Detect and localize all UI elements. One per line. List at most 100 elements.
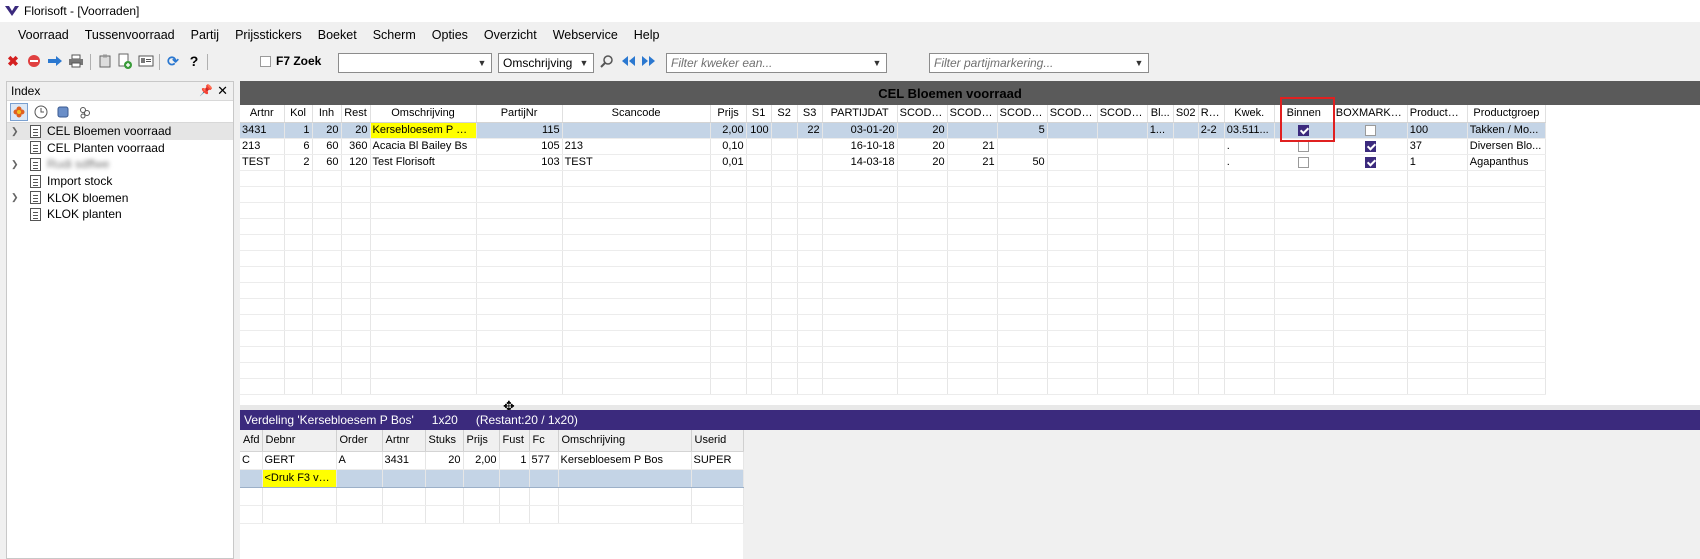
chevron-down-icon[interactable]: ▼ (1133, 57, 1145, 69)
empty-cell[interactable] (558, 469, 692, 488)
cell-productgrnr[interactable]: 100 (1407, 122, 1468, 139)
help-icon[interactable]: ? (185, 52, 203, 70)
cell-s2[interactable] (771, 138, 798, 155)
col-header[interactable]: Kwek. (1224, 105, 1275, 123)
col-header[interactable]: S02 (1173, 105, 1199, 123)
empty-cell[interactable] (499, 469, 530, 488)
col-header[interactable]: Order (336, 430, 383, 452)
cell-omschrijving[interactable]: Kersebloesem P Bos (558, 451, 692, 470)
cell-s2[interactable] (771, 154, 798, 171)
cell-scancode[interactable]: 213 (562, 138, 711, 155)
col-header[interactable]: Afd (240, 430, 263, 452)
cell-s02[interactable] (1173, 122, 1199, 139)
col-header[interactable]: BOXMARKER (1333, 105, 1408, 123)
cell-artnr[interactable]: 213 (240, 138, 285, 155)
cell-scode1[interactable]: 20 (897, 122, 948, 139)
col-header[interactable]: Debnr (262, 430, 337, 452)
binnen-checkbox[interactable] (1298, 140, 1310, 152)
cell-s3[interactable] (797, 154, 823, 171)
col-header[interactable]: SCODE2 (947, 105, 998, 123)
cancel-icon[interactable] (25, 52, 43, 70)
menu-prijsstickers[interactable]: Prijsstickers (227, 28, 310, 42)
forward-icon[interactable] (46, 52, 64, 70)
menu-help[interactable]: Help (626, 28, 668, 42)
col-header[interactable]: Userid (691, 430, 744, 452)
binnen-checkbox[interactable] (1298, 156, 1310, 168)
menu-webservice[interactable]: Webservice (545, 28, 626, 42)
cell-scode3[interactable] (997, 138, 1048, 155)
cell-rij[interactable]: 2-2 (1198, 122, 1225, 139)
cell-scode5[interactable] (1097, 154, 1148, 171)
expand-icon[interactable]: ❯ (11, 192, 21, 203)
cell-omschrijving[interactable]: Test Florisoft (370, 154, 477, 171)
cell-bl[interactable] (1147, 154, 1174, 171)
delete-icon[interactable]: ✖ (4, 52, 22, 70)
cell-partijdat[interactable]: 16-10-18 (822, 138, 898, 155)
chevron-down-icon[interactable]: ▼ (871, 57, 883, 69)
cell-stuks[interactable]: 20 (425, 451, 464, 470)
cell-scancode[interactable]: TEST (562, 154, 711, 171)
cell-prijs[interactable]: 2,00 (463, 451, 500, 470)
cell-prijs[interactable]: 0,10 (710, 138, 747, 155)
cell-rij[interactable] (1198, 154, 1225, 171)
col-header[interactable]: Omschrijving (558, 430, 692, 452)
clock-icon[interactable] (32, 103, 50, 121)
cell-scancode[interactable] (562, 122, 711, 139)
cell-kwek[interactable]: . (1224, 138, 1275, 155)
print-icon[interactable] (67, 52, 85, 70)
empty-cell[interactable] (336, 469, 383, 488)
cell-omschrijving[interactable]: Acacia Bl Bailey Bs (370, 138, 477, 155)
col-header[interactable]: PartijNr (476, 105, 563, 123)
cell-s02[interactable] (1173, 154, 1199, 171)
cell-debnr[interactable]: GERT (262, 451, 337, 470)
menu-voorraad[interactable]: Voorraad (10, 28, 77, 42)
col-header[interactable]: Scancode (562, 105, 711, 123)
empty-cell[interactable] (425, 469, 464, 488)
cell-userid[interactable]: SUPER (691, 451, 744, 470)
cell-s02[interactable] (1173, 138, 1199, 155)
cell-s1[interactable] (746, 138, 772, 155)
empty-cell[interactable] (463, 469, 500, 488)
boxmarker-checkbox[interactable] (1364, 140, 1376, 152)
cell-boxmarker[interactable] (1333, 122, 1408, 139)
table-row[interactable]: TEST 2 60 120 Test Florisoft 103 TEST 0,01 14-03… (240, 154, 1547, 171)
cell-s3[interactable]: 22 (797, 122, 823, 139)
cell-artnr[interactable]: 3431 (240, 122, 285, 139)
clipboard-icon[interactable] (96, 52, 114, 70)
cell-fc[interactable]: 577 (529, 451, 559, 470)
cell-scode5[interactable] (1097, 138, 1148, 155)
boxmarker-checkbox[interactable] (1364, 124, 1376, 136)
col-header[interactable]: S2 (771, 105, 798, 123)
cell-bl[interactable] (1147, 138, 1174, 155)
cell-scode1[interactable]: 20 (897, 138, 948, 155)
cell-scode4[interactable] (1047, 122, 1098, 139)
field-select[interactable]: Omschrijving ▼ (498, 53, 594, 73)
col-header[interactable]: Rij... (1198, 105, 1225, 123)
cell-scode3[interactable]: 50 (997, 154, 1048, 171)
col-header[interactable]: SCODE4 (1047, 105, 1098, 123)
cell-prijs[interactable]: 0,01 (710, 154, 747, 171)
cell-scode2[interactable]: 21 (947, 138, 998, 155)
table-row[interactable]: 213 6 60 360 Acacia Bl Bailey Bs 105 213 0,10 16… (240, 138, 1547, 155)
cell-kol[interactable]: 2 (284, 154, 313, 171)
cell-partijnr[interactable]: 105 (476, 138, 563, 155)
cell-bl[interactable]: 1... (1147, 122, 1174, 139)
col-header[interactable]: S3 (797, 105, 823, 123)
cell-kol[interactable]: 6 (284, 138, 313, 155)
col-header[interactable]: Stuks (425, 430, 464, 452)
cell-rest[interactable]: 20 (341, 122, 371, 139)
cell-inh[interactable]: 60 (312, 154, 342, 171)
col-header[interactable]: Bl... (1147, 105, 1174, 123)
menu-boeket[interactable]: Boeket (310, 28, 365, 42)
flower-icon[interactable] (10, 102, 28, 121)
cell-partijnr[interactable]: 115 (476, 122, 563, 139)
expand-icon[interactable]: ❯ (11, 126, 21, 137)
col-header[interactable]: Prijs (463, 430, 500, 452)
cell-partijnr[interactable]: 103 (476, 154, 563, 171)
col-header[interactable]: PARTIJDAT (822, 105, 898, 123)
cell-scode5[interactable] (1097, 122, 1148, 139)
empty-cell[interactable] (382, 469, 426, 488)
search-combo[interactable]: ▼ (338, 53, 492, 73)
kweker-filter-input[interactable]: Filter kweker ean... ▼ (666, 53, 887, 73)
cell-artnr[interactable]: 3431 (382, 451, 426, 470)
